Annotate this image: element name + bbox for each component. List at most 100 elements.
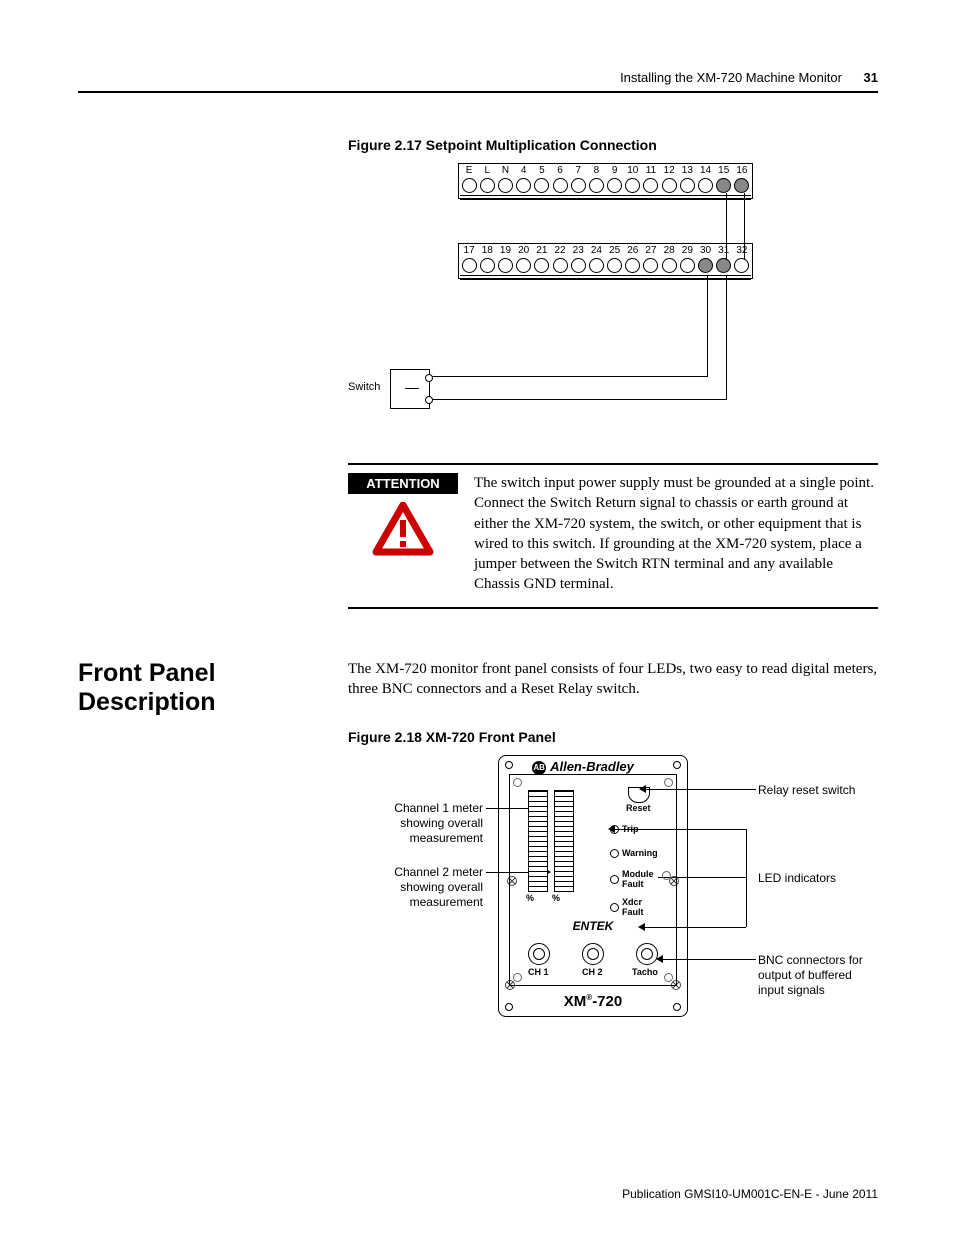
terminal-label: 27 [642,245,660,256]
terminal-circle [460,258,478,273]
label-led-indicators: LED indicators [758,871,836,886]
section-body: The XM-720 monitor front panel consists … [348,659,878,700]
terminal-label: 14 [696,165,714,176]
terminal-circle [569,178,587,193]
terminal-label: 19 [496,245,514,256]
terminal-label: 16 [733,165,751,176]
terminal-label: 20 [515,245,533,256]
running-title: Installing the XM-720 Machine Monitor [620,70,842,85]
section-heading: Front Panel Description [78,659,348,717]
bnc-ch2-icon [582,943,604,965]
switch-label: Switch [348,381,380,393]
header-rule [78,91,878,93]
terminal-circle [606,258,624,273]
terminal-circle [696,258,714,273]
terminal-circle [587,178,605,193]
terminal-circle [733,258,751,273]
label-bnc-connectors: BNC connectors foroutput of bufferedinpu… [758,953,863,998]
reset-switch-icon [628,787,650,803]
ch2-text: CH 2 [582,967,603,977]
terminal-label: 24 [587,245,605,256]
terminal-circle [696,178,714,193]
terminal-label: 8 [587,165,605,176]
model-label: XM®-720 [499,993,687,1010]
terminal-label: 30 [696,245,714,256]
label-channel-1-meter: Channel 1 metershowing overallmeasuremen… [348,801,483,846]
entek-label: ENTEK [510,919,676,933]
terminal-label: 4 [515,165,533,176]
figure-2-17-caption: Figure 2.17 Setpoint Multiplication Conn… [348,137,878,153]
terminal-circle [642,178,660,193]
label-relay-reset: Relay reset switch [758,783,855,798]
terminal-label: 9 [606,165,624,176]
trip-text: Trip [622,824,639,834]
terminal-circle [496,258,514,273]
terminal-label: N [496,165,514,176]
terminal-circle [460,178,478,193]
trip-led-icon [610,825,619,834]
terminal-label: 15 [715,165,733,176]
terminal-circle [624,178,642,193]
terminal-label: 32 [733,245,751,256]
terminal-circle [533,258,551,273]
module-text-2: Fault [622,879,644,889]
terminal-label: 21 [533,245,551,256]
terminal-circle [551,178,569,193]
terminal-label: L [478,165,496,176]
label-channel-2-meter: Channel 2 metershowing overallmeasuremen… [348,865,483,910]
ch1-text: CH 1 [528,967,549,977]
terminal-label: 5 [533,165,551,176]
terminal-label: 6 [551,165,569,176]
terminal-circle [478,178,496,193]
xdcr-text-1: Xdcr [622,897,642,907]
terminal-circle [715,258,733,273]
terminal-label: 17 [460,245,478,256]
channel-2-meter [554,790,574,892]
tacho-text: Tacho [632,967,658,977]
terminal-circle [569,258,587,273]
terminal-label: 31 [715,245,733,256]
terminal-label: 25 [606,245,624,256]
figure-2-18-diagram: Channel 1 metershowing overallmeasuremen… [348,755,878,1045]
module-fault-led-icon [610,875,619,884]
warning-icon [372,502,434,556]
terminal-circle [587,258,605,273]
bnc-ch1-icon [528,943,550,965]
terminal-label: 26 [624,245,642,256]
terminal-circle [642,258,660,273]
terminal-label: 22 [551,245,569,256]
terminal-label: 7 [569,165,587,176]
terminal-circle [678,258,696,273]
attention-block: ATTENTION The switch input power supply … [348,463,878,609]
terminal-circle [515,258,533,273]
terminal-circle [533,178,551,193]
terminal-label: 10 [624,165,642,176]
attention-label: ATTENTION [348,473,458,494]
terminal-label: 11 [642,165,660,176]
terminal-circle [733,178,751,193]
figure-2-18-caption: Figure 2.18 XM-720 Front Panel [348,729,878,745]
terminal-circle [660,258,678,273]
xdcr-fault-led-icon [610,903,619,912]
terminal-circle [496,178,514,193]
warning-text: Warning [622,848,658,858]
terminal-label: 13 [678,165,696,176]
xdcr-text-2: Fault [622,907,644,917]
terminal-label: 23 [569,245,587,256]
attention-body: The switch input power supply must be gr… [458,473,878,595]
publication-footer: Publication GMSI10-UM001C-EN-E - June 20… [622,1187,878,1201]
channel-1-meter [528,790,548,892]
terminal-circle [678,178,696,193]
terminal-label: 29 [678,245,696,256]
switch-box [390,369,430,409]
device-faceplate: ABAllen-Bradley XM®-720 % [498,755,688,1017]
terminal-circle [515,178,533,193]
terminal-circle [624,258,642,273]
terminal-label: E [460,165,478,176]
figure-2-17-diagram: ELN45678910111213141516 1718192021222324… [348,163,878,423]
terminal-circle [715,178,733,193]
terminal-label: 18 [478,245,496,256]
brand-label: ABAllen-Bradley [499,759,667,775]
page-number: 31 [864,70,878,85]
terminal-circle [478,258,496,273]
